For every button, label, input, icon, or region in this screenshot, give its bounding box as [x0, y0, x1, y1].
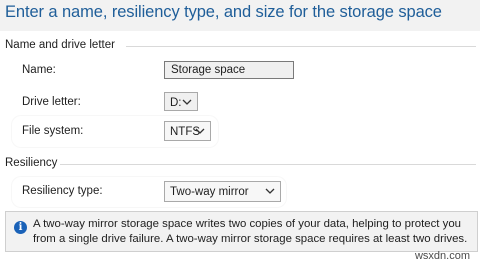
section-title-name: Name and drive letter [5, 39, 115, 51]
page-title: Enter a name, resiliency type, and size … [5, 3, 442, 21]
resiliency-type-value: Two-way mirror [170, 186, 249, 198]
storage-space-dialog: Enter a name, resiliency type, and size … [0, 0, 480, 263]
name-label: Name: [22, 64, 56, 76]
name-input[interactable]: Storage space [164, 61, 294, 79]
drive-letter-value: D: [170, 97, 182, 109]
chevron-down-icon [182, 99, 192, 105]
info-icon: i [14, 221, 27, 234]
section-divider [126, 46, 476, 47]
info-box: i A two-way mirror storage space writes … [5, 211, 478, 252]
file-system-label: File system: [22, 125, 84, 137]
section-title-resiliency: Resiliency [5, 157, 58, 169]
watermark: wsxdn.com [414, 250, 470, 262]
file-system-select[interactable]: NTFS [164, 121, 211, 141]
section-divider [60, 164, 476, 165]
drive-letter-label: Drive letter: [22, 96, 81, 108]
chevron-down-icon [195, 128, 205, 134]
drive-letter-select[interactable]: D: [164, 92, 198, 111]
info-text: A two-way mirror storage space writes tw… [33, 218, 468, 245]
resiliency-type-label: Resiliency type: [22, 185, 103, 197]
chevron-down-icon [265, 188, 275, 194]
resiliency-type-select[interactable]: Two-way mirror [164, 181, 281, 202]
